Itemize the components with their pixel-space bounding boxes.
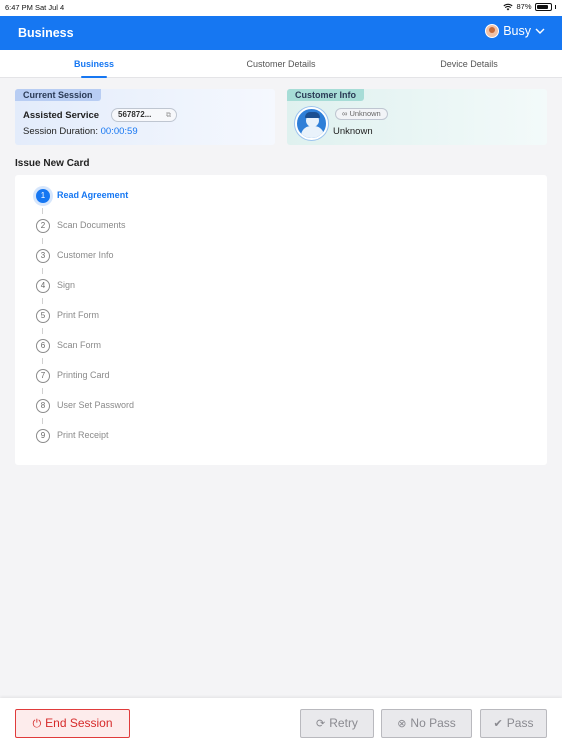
step-label: Scan Form: [57, 340, 102, 350]
step-number: 8: [36, 399, 50, 413]
close-circle-icon: ⊗: [397, 718, 407, 730]
customer-avatar: [295, 107, 328, 140]
step-label: Customer Info: [57, 250, 114, 260]
service-name: Assisted Service: [23, 110, 100, 121]
step-number: 7: [36, 369, 50, 383]
customer-type-label: Unknown: [349, 109, 381, 118]
tab-business[interactable]: Business: [34, 50, 154, 78]
pass-button[interactable]: ✔ Pass: [480, 709, 547, 738]
step-label: User Set Password: [57, 400, 135, 410]
step-connector: [42, 328, 43, 334]
retry-button[interactable]: ⟳ Retry: [300, 709, 374, 738]
step-number: 2: [36, 219, 50, 233]
app-header: Business Busy: [0, 16, 562, 50]
step-number: 9: [36, 429, 50, 443]
device-status-bar: 6:47 PM Sat Jul 4 87%: [0, 0, 562, 16]
session-duration: Session Duration: 00:00:59: [23, 126, 138, 137]
retry-label: Retry: [329, 716, 358, 730]
session-id: 567872...: [118, 110, 152, 119]
customer-info-card: Customer Info ∞ Unknown Unknown: [287, 89, 547, 145]
customer-info-label: Customer Info: [287, 89, 365, 101]
session-duration-value: 00:00:59: [100, 126, 138, 137]
workflow-steps-card: 1 Read Agreement 2 Scan Documents 3 Cust…: [15, 175, 547, 465]
pass-label: Pass: [506, 716, 534, 730]
step-connector: [42, 418, 43, 424]
no-pass-label: No Pass: [410, 716, 456, 730]
step-connector: [42, 268, 43, 274]
battery-percent: 87%: [516, 2, 532, 11]
check-circle-icon: ✔: [493, 718, 503, 730]
page-title: Business: [18, 26, 74, 40]
copy-icon[interactable]: ⧉: [166, 110, 171, 122]
agent-status-dropdown[interactable]: Busy: [485, 24, 545, 38]
step-number: 6: [36, 339, 50, 353]
end-session-button[interactable]: ⏻ End Session: [15, 709, 130, 738]
step-number: 3: [36, 249, 50, 263]
session-duration-label: Session Duration:: [23, 126, 98, 137]
step-label: Print Receipt: [57, 430, 109, 440]
step-label: Read Agreement: [57, 190, 129, 200]
step-connector: [42, 388, 43, 394]
step-connector: [42, 208, 43, 214]
step-number: 4: [36, 279, 50, 293]
step-connector: [42, 358, 43, 364]
step-label: Print Form: [57, 310, 100, 320]
link-icon: ∞: [342, 109, 348, 118]
chevron-down-icon: [535, 28, 545, 34]
customer-name: Unknown: [333, 126, 373, 137]
current-session-card: Current Session Assisted Service 567872.…: [15, 89, 275, 145]
power-icon: ⏻: [32, 718, 42, 730]
customer-type-badge: ∞ Unknown: [335, 108, 388, 120]
refresh-icon: ⟳: [316, 718, 326, 730]
step-label: Printing Card: [57, 370, 110, 380]
step-label: Sign: [57, 280, 76, 290]
battery-icon: [534, 2, 552, 11]
step-connector: [42, 298, 43, 304]
tab-device-details[interactable]: Device Details: [409, 50, 529, 78]
section-title: Issue New Card: [15, 158, 90, 169]
current-session-label: Current Session: [15, 89, 101, 101]
battery-tip: [554, 4, 556, 9]
clock: 6:47 PM: [5, 3, 33, 12]
step-number: 5: [36, 309, 50, 323]
tab-customer-details[interactable]: Customer Details: [221, 50, 341, 78]
step-number: 1: [36, 189, 50, 203]
action-bar: ⏻ End Session ⟳ Retry ⊗ No Pass ✔ Pass: [0, 698, 562, 750]
tab-bar: Business Customer Details Device Details: [0, 50, 562, 78]
end-session-label: End Session: [45, 716, 113, 730]
no-pass-button[interactable]: ⊗ No Pass: [381, 709, 472, 738]
status-indicators: 87%: [503, 2, 556, 11]
step-label: Scan Documents: [57, 220, 126, 230]
step-connector: [42, 238, 43, 244]
agent-avatar: [485, 24, 500, 38]
agent-status-label: Busy: [503, 24, 531, 38]
wifi-icon: [503, 3, 514, 10]
date: Sat Jul 4: [35, 3, 65, 12]
session-id-chip[interactable]: 567872... ⧉: [111, 108, 177, 122]
